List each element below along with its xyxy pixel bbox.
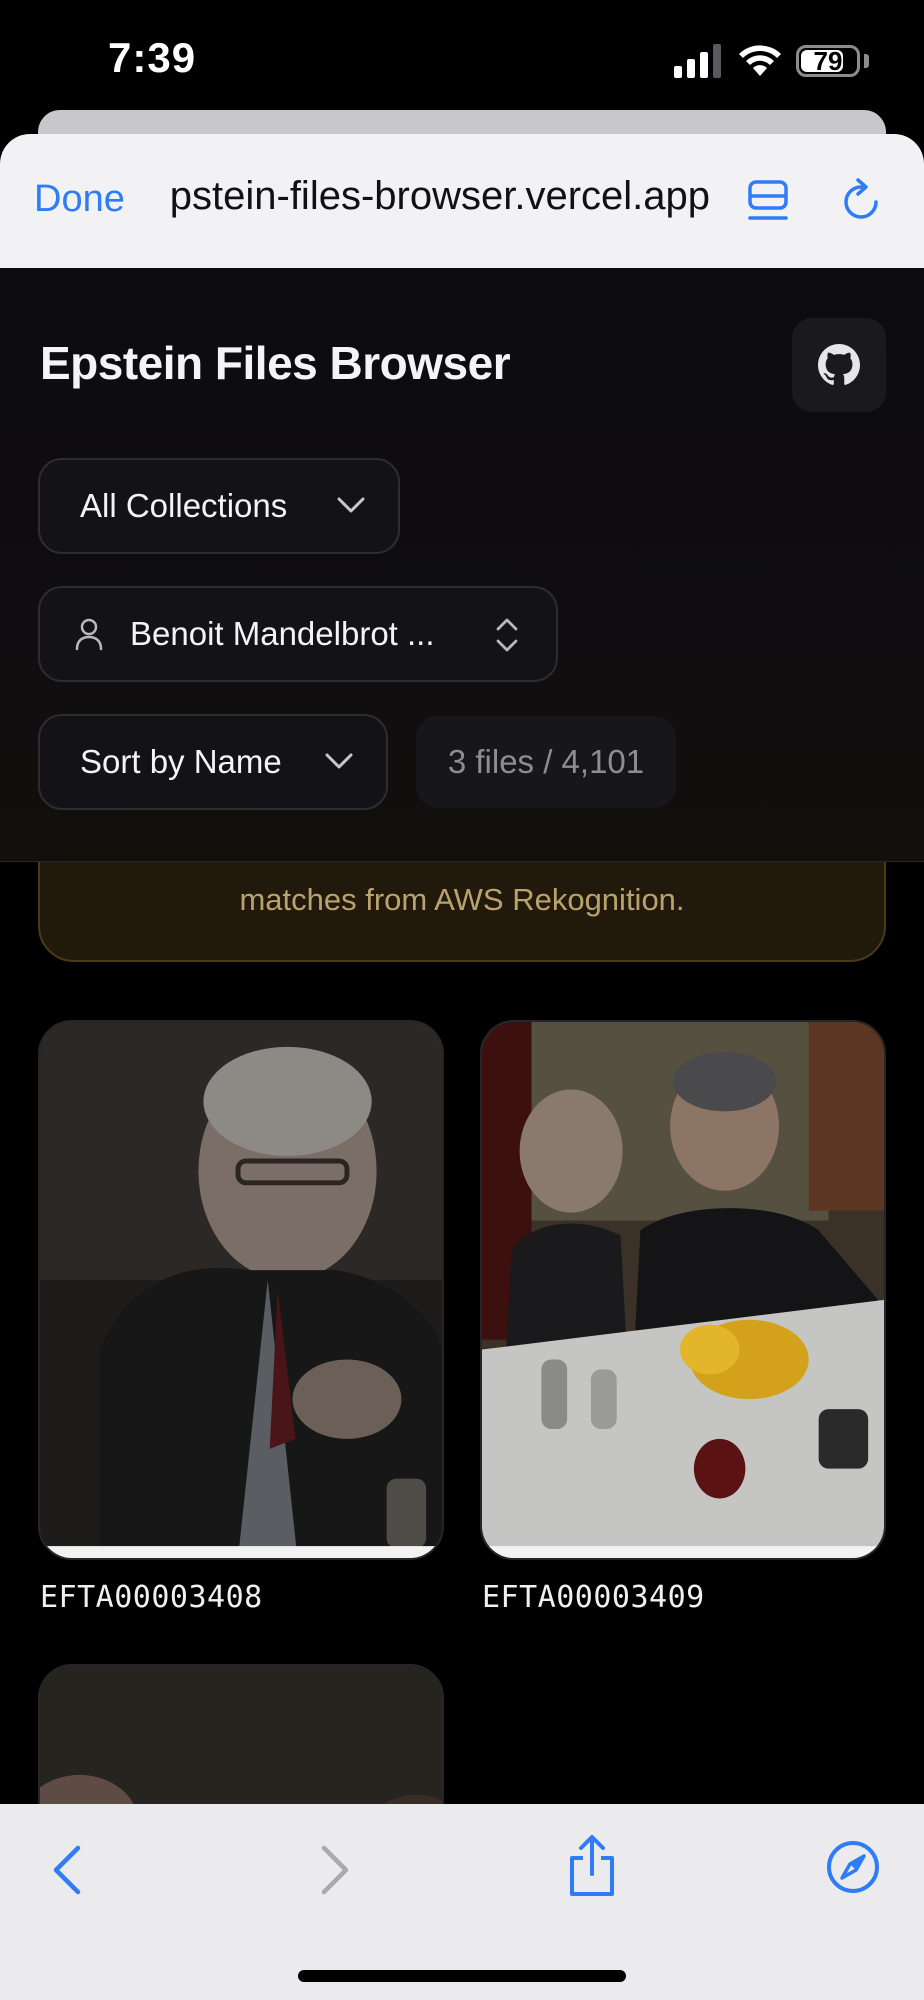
reload-icon[interactable] — [838, 176, 886, 226]
wifi-icon — [739, 45, 781, 76]
status-time: 7:39 — [108, 34, 197, 81]
file-thumbnail[interactable] — [38, 1020, 444, 1560]
file-count-badge: 3 files / 4,101 — [416, 716, 676, 808]
file-thumbnail[interactable] — [480, 1020, 886, 1560]
battery-icon: 79 — [796, 45, 860, 77]
user-icon — [75, 618, 103, 651]
github-icon — [818, 344, 860, 385]
sort-select-value: Sort by Name — [80, 743, 282, 780]
battery-nub — [864, 54, 869, 68]
reader-view-icon[interactable] — [746, 178, 790, 226]
photo-thumbnail-image — [482, 1022, 884, 1558]
status-bar: 7:39 79 — [0, 0, 924, 118]
file-name: EFTA00003408 — [40, 1580, 263, 1615]
chevron-down-icon — [325, 753, 353, 769]
home-indicator[interactable] — [298, 1970, 626, 1982]
url-field[interactable]: epstein-files-browser.vercel.app — [170, 174, 710, 219]
file-name: EFTA00003409 — [482, 1580, 705, 1615]
page-title: Epstein Files Browser — [40, 337, 511, 389]
notice-text: matches from AWS Rekognition. — [239, 882, 685, 917]
page-header: Epstein Files Browser All Collections Be… — [0, 268, 924, 862]
chevron-right-icon[interactable] — [314, 1842, 354, 1898]
person-select[interactable]: Benoit Mandelbrot ... — [38, 586, 558, 682]
share-icon[interactable] — [566, 1834, 618, 1898]
done-button[interactable]: Done — [34, 178, 125, 221]
person-select-value: Benoit Mandelbrot ... — [130, 615, 435, 652]
compass-icon[interactable] — [826, 1840, 880, 1894]
photo-thumbnail-image — [40, 1022, 442, 1558]
collection-select[interactable]: All Collections — [38, 458, 400, 554]
sort-select[interactable]: Sort by Name — [38, 714, 388, 810]
chevron-left-icon[interactable] — [48, 1842, 88, 1898]
battery-level-text: 79 — [813, 46, 843, 76]
chevron-up-down-icon — [496, 618, 518, 652]
cellular-signal-icon — [674, 44, 721, 78]
github-button[interactable] — [792, 318, 886, 412]
browser-top-bar: Done epstein-files-browser.vercel.app — [0, 134, 924, 268]
browser-bottom-toolbar — [0, 1804, 924, 2000]
chevron-down-icon — [337, 497, 365, 513]
collection-select-value: All Collections — [80, 487, 288, 524]
